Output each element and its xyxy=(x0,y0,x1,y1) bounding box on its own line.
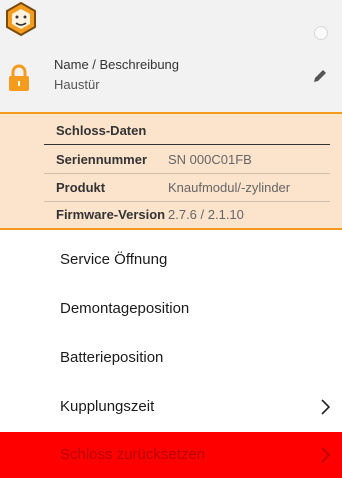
lock-data-title-row: Schloss-Daten xyxy=(44,118,330,145)
header: Name / Beschreibung Haustür xyxy=(0,0,342,112)
lock-icon xyxy=(9,64,29,91)
chevron-right-icon xyxy=(321,447,330,463)
firmware-value: 2.7.6 / 2.1.10 xyxy=(168,207,244,222)
serial-value: SN 000C01FB xyxy=(168,152,252,167)
lock-data-panel: Schloss-Daten Seriennummer SN 000C01FB P… xyxy=(0,112,342,230)
menu-item-dismount-position[interactable]: Demontageposition xyxy=(0,284,342,334)
product-value: Knaufmodul/-zylinder xyxy=(168,180,291,195)
menu-item-label: Service Öffnung xyxy=(60,251,168,268)
menu-item-coupling-time[interactable]: Kupplungszeit xyxy=(0,382,342,432)
menu-item-label: Kupplungszeit xyxy=(60,398,155,415)
menu-item-label: Batterieposition xyxy=(60,349,164,366)
pencil-icon[interactable] xyxy=(312,68,328,84)
name-value: Haustür xyxy=(54,77,100,92)
firmware-label: Firmware-Version xyxy=(56,207,166,222)
menu-item-label: Demontageposition xyxy=(60,300,190,317)
firmware-row: Firmware-Version 2.7.6 / 2.1.10 xyxy=(44,202,330,228)
lock-data-title: Schloss-Daten xyxy=(56,123,147,138)
lion-logo-icon xyxy=(6,2,36,36)
menu-item-reset-lock[interactable]: Schloss zurücksetzen xyxy=(0,432,342,478)
menu-item-battery-position[interactable]: Batterieposition xyxy=(0,333,342,383)
radio-icon[interactable] xyxy=(314,26,328,40)
product-row: Produkt Knaufmodul/-zylinder xyxy=(44,175,330,202)
chevron-right-icon xyxy=(321,399,330,415)
menu-item-label: Schloss zurücksetzen xyxy=(60,446,206,463)
menu-item-service-opening[interactable]: Service Öffnung xyxy=(0,235,342,285)
serial-row: Seriennummer SN 000C01FB xyxy=(44,147,330,174)
serial-label: Seriennummer xyxy=(56,152,148,167)
name-label: Name / Beschreibung xyxy=(54,57,180,72)
product-label: Produkt xyxy=(56,180,106,195)
